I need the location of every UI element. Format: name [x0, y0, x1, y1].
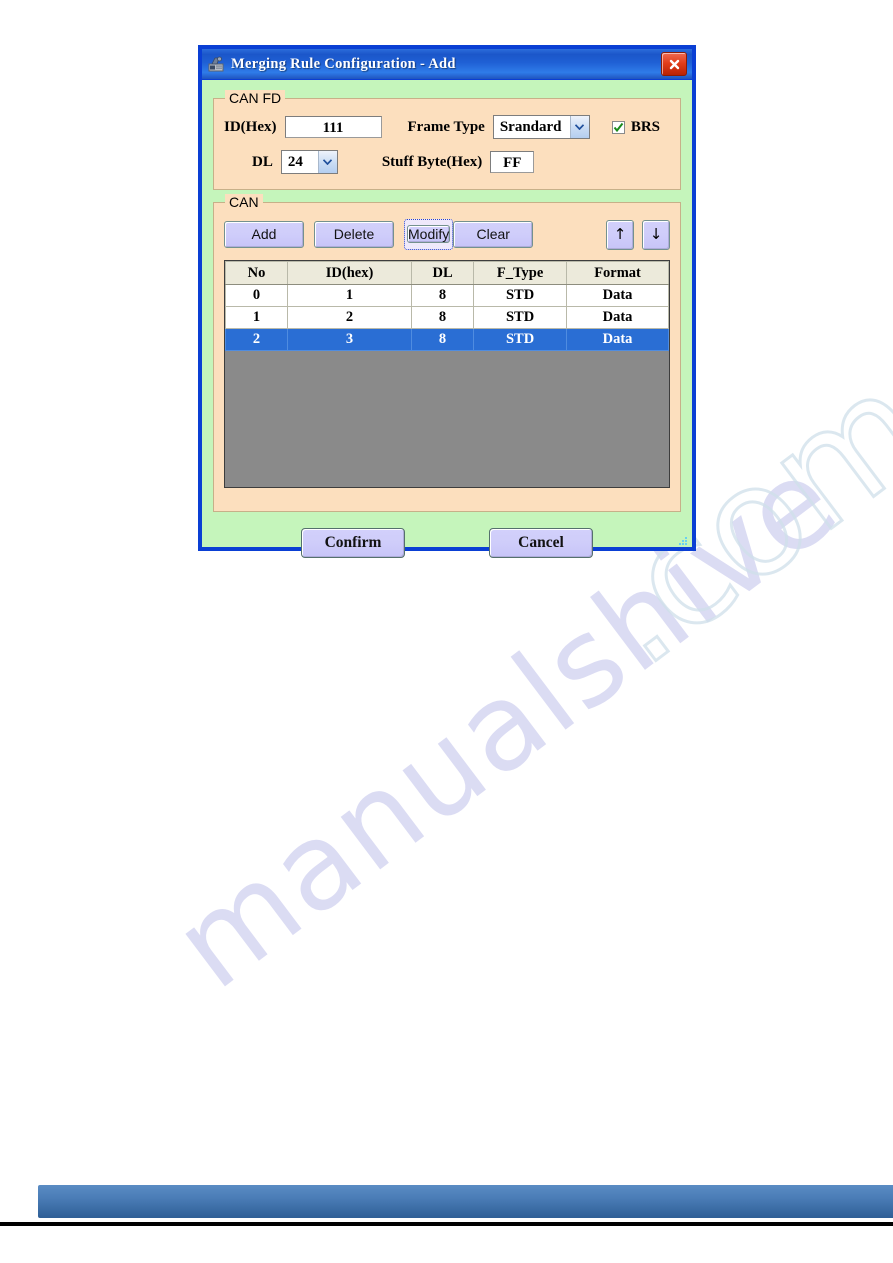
table-cell: Data: [566, 306, 669, 329]
frame-type-value: Srandard: [499, 119, 562, 135]
can-group-label: CAN: [225, 194, 263, 210]
can-toolbar: Add Delete Modify Clear ↑ ↓: [224, 219, 670, 250]
table-column-header[interactable]: No: [225, 261, 289, 285]
table-cell: 8: [411, 284, 475, 307]
table-cell: 2: [225, 328, 289, 351]
table-cell: 1: [287, 284, 413, 307]
modify-button[interactable]: Modify: [407, 225, 451, 243]
table-body: 0 1 8 STD Data 1 2 8 STD Data 2 3 8 STD Data: [225, 284, 669, 351]
confirm-button[interactable]: Confirm: [301, 528, 405, 558]
brs-checkbox[interactable]: BRS: [611, 118, 661, 136]
table-column-header[interactable]: DL: [411, 261, 475, 285]
can-fd-group: CAN FD ID(Hex) 111 Frame Type Srandard B…: [213, 90, 681, 190]
clear-button[interactable]: Clear: [453, 221, 534, 248]
can-fd-group-label: CAN FD: [225, 90, 286, 106]
table-header-row: No ID(hex) DL F_Type Format: [225, 261, 669, 285]
page-footer-bar: [38, 1185, 893, 1218]
stuff-byte-label: Stuff Byte(Hex): [381, 153, 483, 170]
checkbox-box: [611, 120, 625, 134]
add-button[interactable]: Add: [224, 221, 304, 248]
can-fd-row-1: ID(Hex) 111 Frame Type Srandard BRS: [224, 115, 670, 139]
resize-grip[interactable]: [677, 534, 689, 546]
reorder-buttons: ↑ ↓: [606, 219, 670, 250]
can-fd-row-2: DL 24 Stuff Byte(Hex) FF: [224, 150, 670, 174]
dl-label: DL: [252, 153, 273, 170]
table-row[interactable]: 1 2 8 STD Data: [225, 306, 669, 329]
merging-rule-configuration-dialog: Merging Rule Configuration - Add CAN FD …: [199, 46, 695, 558]
table-cell: Data: [566, 328, 669, 351]
modify-button-focus-ring: Modify: [404, 219, 454, 250]
table-cell: 8: [411, 328, 475, 351]
table-cell: STD: [473, 306, 568, 329]
table-cell: 1: [225, 306, 289, 329]
table-row[interactable]: 2 3 8 STD Data: [225, 328, 669, 351]
table-column-header[interactable]: Format: [566, 261, 669, 285]
table-cell: STD: [473, 328, 568, 351]
can-rules-table: No ID(hex) DL F_Type Format 0 1 8 STD Data 1 2 8 STD…: [225, 261, 669, 351]
table-cell: 3: [287, 328, 413, 351]
table-row[interactable]: 0 1 8 STD Data: [225, 284, 669, 307]
chevron-down-icon: [317, 151, 337, 173]
brs-label: BRS: [630, 118, 661, 135]
cancel-button[interactable]: Cancel: [489, 528, 593, 558]
dialog-body: CAN FD ID(Hex) 111 Frame Type Srandard B…: [202, 80, 692, 558]
id-hex-label: ID(Hex): [224, 118, 277, 135]
table-column-header[interactable]: ID(hex): [287, 261, 413, 285]
close-icon[interactable]: [661, 52, 687, 76]
move-down-arrow-icon[interactable]: ↓: [642, 219, 670, 250]
table-cell: 8: [411, 306, 475, 329]
table-column-header[interactable]: F_Type: [473, 261, 568, 285]
frame-type-label: Frame Type: [407, 118, 485, 135]
dialog-titlebar[interactable]: Merging Rule Configuration - Add: [202, 49, 692, 80]
app-device-icon: [207, 55, 225, 73]
can-group: CAN Add Delete Modify Clear ↑ ↓ No ID(he…: [213, 194, 681, 512]
move-up-arrow-icon[interactable]: ↑: [606, 219, 634, 250]
table-cell: 2: [287, 306, 413, 329]
can-rules-grid[interactable]: No ID(hex) DL F_Type Format 0 1 8 STD Data 1 2 8 STD…: [224, 260, 670, 488]
frame-type-select[interactable]: Srandard: [492, 115, 590, 139]
dialog-footer: Confirm Cancel: [213, 528, 681, 558]
table-cell: 0: [225, 284, 289, 307]
stuff-byte-input[interactable]: FF: [490, 151, 535, 173]
table-cell: Data: [566, 284, 669, 307]
delete-button[interactable]: Delete: [314, 221, 394, 248]
table-cell: STD: [473, 284, 568, 307]
dl-value: 24: [287, 154, 303, 170]
id-hex-input[interactable]: 111: [284, 116, 382, 138]
dl-select[interactable]: 24: [280, 150, 338, 174]
chevron-down-icon: [569, 116, 589, 138]
page-bottom-rule: [0, 1222, 893, 1226]
dialog-title: Merging Rule Configuration - Add: [231, 55, 456, 72]
